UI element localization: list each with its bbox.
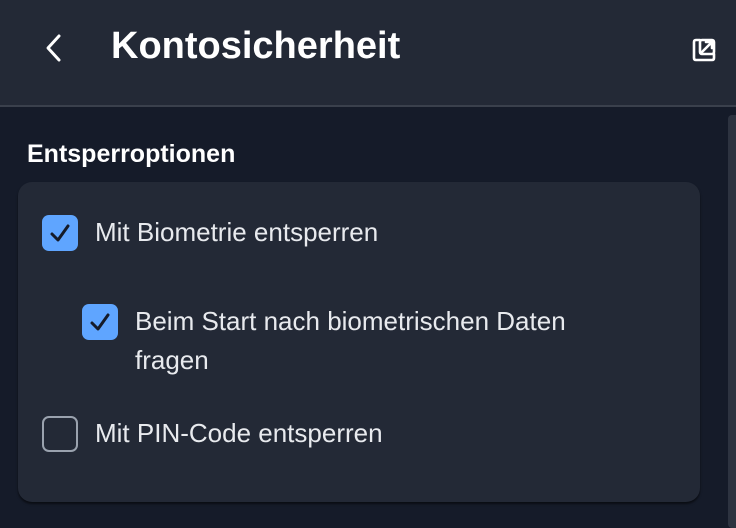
scrollbar-thumb[interactable]: [728, 115, 736, 528]
pop-out-icon: [692, 38, 716, 62]
option-label: Mit Biometrie entsperren: [95, 217, 379, 247]
checkbox-biometrics-on-launch[interactable]: [82, 304, 118, 340]
pop-out-button[interactable]: [682, 28, 726, 72]
checkmark-icon: [90, 313, 110, 331]
chevron-left-icon: [46, 34, 61, 62]
option-unlock-pin[interactable]: Mit PIN-Code entsperren: [42, 416, 383, 453]
checkbox-unlock-biometrics[interactable]: [42, 215, 78, 251]
app-header: Kontosicherheit: [0, 0, 736, 107]
page-title: Kontosicherheit: [111, 25, 401, 67]
option-unlock-biometrics[interactable]: Mit Biometrie entsperren: [42, 215, 378, 252]
option-label: Beim Start nach biometrischen Daten frag…: [135, 306, 566, 375]
checkmark-icon: [50, 224, 70, 242]
back-button[interactable]: [28, 22, 80, 74]
option-biometrics-on-launch[interactable]: Beim Start nach biometrischen Daten frag…: [82, 304, 642, 380]
option-label: Mit PIN-Code entsperren: [95, 418, 383, 448]
section-title: Entsperroptionen: [27, 140, 236, 168]
checkbox-unlock-pin[interactable]: [42, 416, 78, 452]
